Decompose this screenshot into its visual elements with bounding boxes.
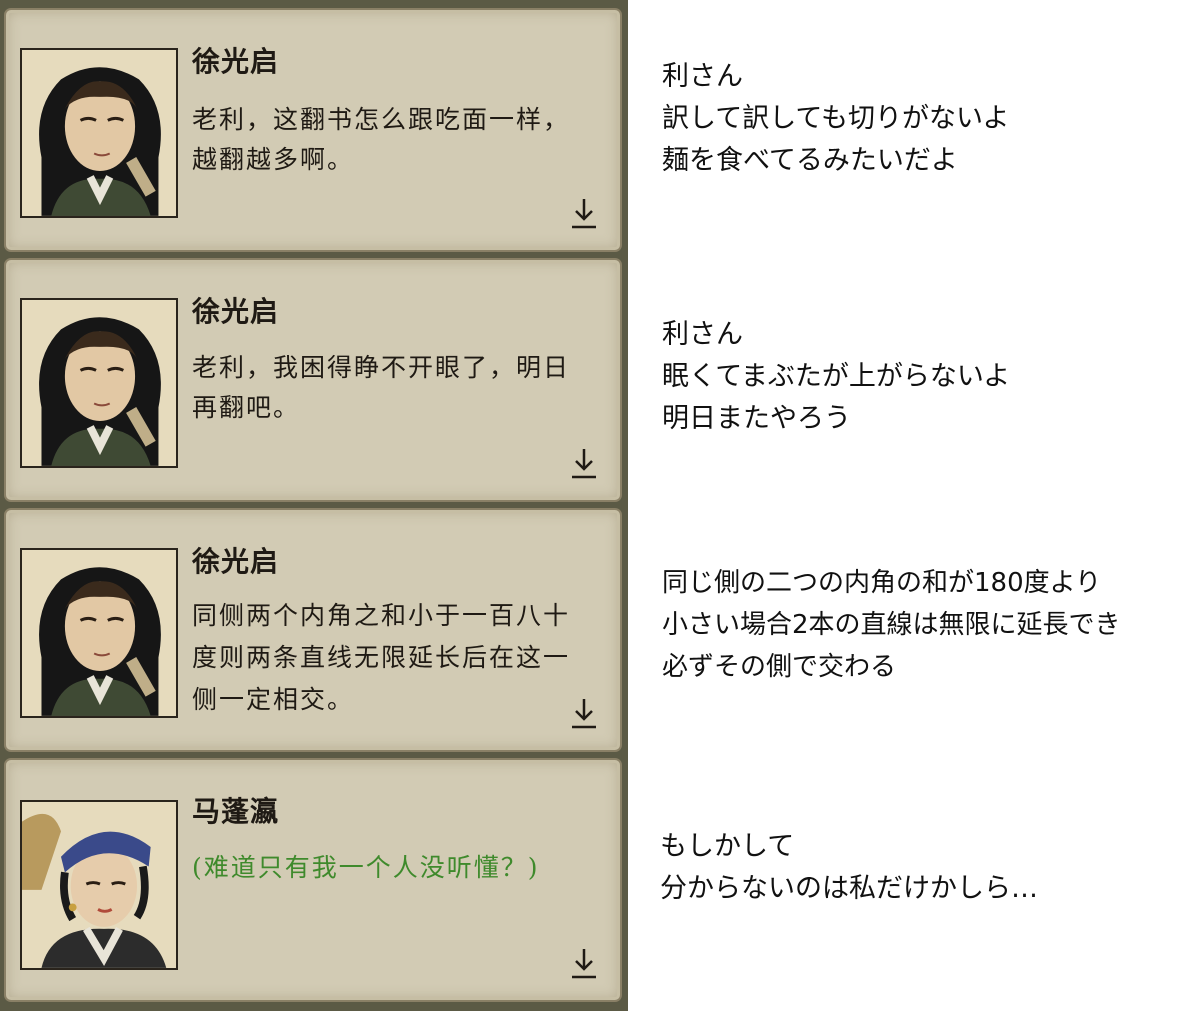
dialogue-box[interactable]: 马蓬瀛 (难道只有我一个人没听懂？) — [4, 758, 622, 1002]
down-arrow-icon[interactable] — [570, 196, 598, 230]
translation-line: 必ずその側で交わる — [662, 652, 897, 682]
speaker-name: 马蓬瀛 — [192, 795, 280, 828]
down-arrow-icon[interactable] — [570, 696, 598, 730]
dialogue-line: 度则两条直线无限延长后在这一 — [192, 643, 571, 672]
translation-line: 同じ側の二つの内角の和が180度より — [662, 568, 1102, 598]
speaker-portrait — [20, 800, 178, 970]
speaker-name: 徐光启 — [192, 545, 280, 578]
dialogue-line: 越翻越多啊。 — [192, 145, 355, 174]
woman-portrait-icon — [22, 802, 176, 968]
dialogue-line: 侧一定相交。 — [192, 685, 355, 714]
dialogue-box[interactable]: 徐光启 老利，这翻书怎么跟吃面一样， 越翻越多啊。 — [4, 8, 622, 252]
translation-line: 分からないのは私だけかしら… — [660, 873, 1038, 904]
dialogue-line: 同侧两个内角之和小于一百八十 — [192, 601, 571, 630]
speaker-portrait — [20, 298, 178, 468]
translation-line: もしかして — [660, 831, 795, 862]
speaker-portrait — [20, 548, 178, 718]
translation-line: 小さい場合2本の直線は無限に延長でき — [662, 610, 1121, 640]
translation-line: 訳して訳しても切りがないよ — [662, 103, 1010, 134]
dialogue-line: 老利，这翻书怎么跟吃面一样， — [192, 105, 571, 134]
down-arrow-icon[interactable] — [570, 446, 598, 480]
translation-line: 明日またやろう — [662, 403, 851, 434]
dialogue-box[interactable]: 徐光启 老利，我困得睁不开眼了，明日 再翻吧。 — [4, 258, 622, 502]
translation-line: 利さん — [662, 319, 743, 350]
dialogue-box[interactable]: 徐光启 同侧两个内角之和小于一百八十 度则两条直线无限延长后在这一 侧一定相交。 — [4, 508, 622, 752]
translation-line: 麺を食べてるみたいだよ — [662, 145, 958, 176]
scholar-portrait-icon — [22, 550, 176, 716]
scholar-portrait-icon — [22, 50, 176, 216]
translation-line: 眠くてまぶたが上がらないよ — [662, 361, 1011, 392]
down-arrow-icon[interactable] — [570, 946, 598, 980]
inner-thought-line: (难道只有我一个人没听懂？) — [192, 853, 540, 882]
dialogue-line: 再翻吧。 — [192, 393, 301, 422]
speaker-name: 徐光启 — [192, 295, 280, 328]
translation-line: 利さん — [662, 61, 743, 92]
speaker-portrait — [20, 48, 178, 218]
dialogue-line: 老利，我困得睁不开眼了，明日 — [192, 353, 571, 382]
speaker-name: 徐光启 — [192, 45, 280, 78]
scholar-portrait-icon — [22, 300, 176, 466]
